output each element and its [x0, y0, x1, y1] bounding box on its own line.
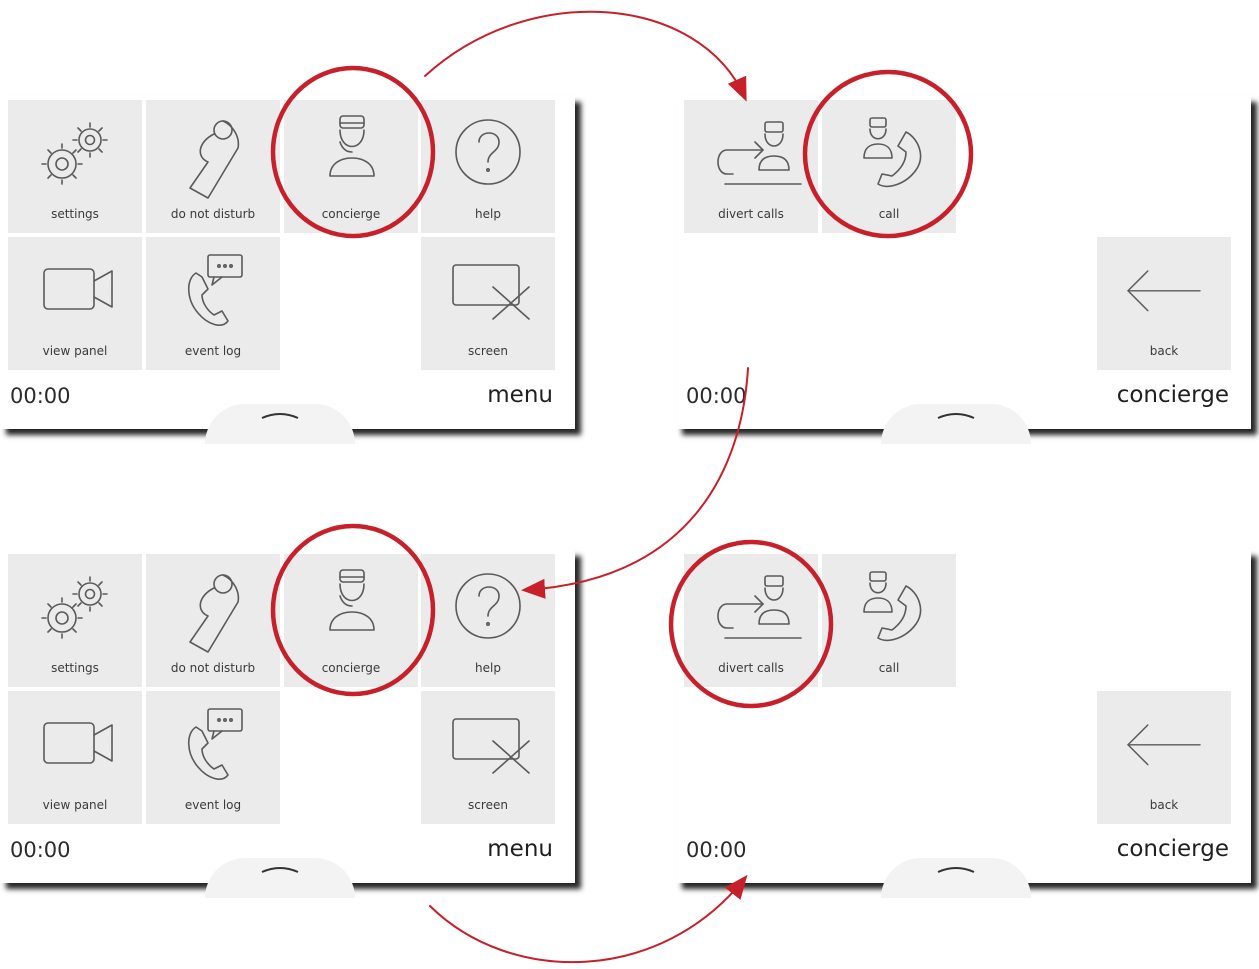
screen-tile[interactable]: screen: [421, 691, 555, 824]
call-concierge-icon: [863, 571, 922, 642]
call-tile[interactable]: call: [822, 554, 956, 687]
back-arrow-icon: [1127, 724, 1201, 766]
tile-label: view panel: [42, 798, 108, 812]
back-tile[interactable]: back: [1097, 237, 1231, 370]
event-log-tile[interactable]: event log: [146, 691, 280, 824]
clock: 00:00: [10, 384, 71, 408]
clock: 00:00: [686, 838, 747, 862]
phone-message-icon: [187, 254, 243, 326]
event-log-tile[interactable]: event log: [146, 237, 280, 370]
view-panel-tile[interactable]: view panel: [8, 237, 142, 370]
divert-calls-tile[interactable]: divert calls: [684, 100, 818, 233]
door-hanger-icon: [189, 120, 240, 199]
pull-up-handle[interactable]: [881, 404, 1031, 444]
tile-label: concierge: [321, 207, 381, 221]
chevron-up-icon: [261, 867, 299, 873]
pull-up-handle[interactable]: [205, 858, 355, 898]
tile-label: divert calls: [718, 661, 784, 675]
do-not-disturb-tile[interactable]: do not disturb: [146, 554, 280, 687]
chevron-up-icon: [937, 867, 975, 873]
back-tile[interactable]: back: [1097, 691, 1231, 824]
call-tile[interactable]: call: [822, 100, 956, 233]
flow-arrow-bottom: [429, 874, 748, 964]
tile-label: settings: [51, 661, 99, 675]
tile-label: do not disturb: [170, 207, 256, 221]
tile-label: event log: [184, 344, 242, 358]
pull-up-handle[interactable]: [881, 858, 1031, 898]
screen-tile[interactable]: screen: [421, 237, 555, 370]
menu-screen-1: settings do not disturb concierge help v…: [0, 96, 575, 444]
video-camera-icon: [43, 722, 113, 764]
tile-label: divert calls: [718, 207, 784, 221]
gears-icon: [41, 576, 108, 639]
concierge-icon: [329, 569, 375, 631]
back-arrow-icon: [1127, 270, 1201, 312]
screen-off-icon: [452, 264, 530, 320]
page-title: menu: [487, 382, 553, 408]
tile-label: do not disturb: [170, 661, 256, 675]
tile-label: screen: [468, 798, 508, 812]
divert-calls-tile[interactable]: divert calls: [684, 554, 818, 687]
chevron-up-icon: [937, 413, 975, 419]
video-camera-icon: [43, 268, 113, 310]
help-tile[interactable]: help: [421, 100, 555, 233]
tile-label: settings: [51, 207, 99, 221]
page-title: concierge: [1116, 382, 1229, 408]
question-icon: [455, 119, 521, 185]
do-not-disturb-tile[interactable]: do not disturb: [146, 100, 280, 233]
menu-screen-2: settings do not disturb concierge help v…: [0, 550, 575, 898]
phone-message-icon: [187, 708, 243, 780]
page-title: menu: [487, 836, 553, 862]
tile-label: back: [1149, 798, 1179, 812]
view-panel-tile[interactable]: view panel: [8, 691, 142, 824]
divert-calls-icon: [717, 575, 802, 639]
tile-label: help: [475, 661, 501, 675]
divert-calls-icon: [717, 121, 802, 185]
flow-arrow-top: [424, 10, 747, 102]
tile-label: event log: [184, 798, 242, 812]
settings-tile[interactable]: settings: [8, 100, 142, 233]
concierge-screen-2: divert calls call back 00:00 concierge: [676, 550, 1251, 898]
concierge-tile[interactable]: concierge: [284, 554, 418, 687]
concierge-screen-1: divert calls call back 00:00 concierge: [676, 96, 1251, 444]
gears-icon: [41, 122, 108, 185]
tile-label: call: [878, 207, 900, 221]
screen-off-icon: [452, 718, 530, 774]
chevron-up-icon: [261, 413, 299, 419]
page-title: concierge: [1116, 836, 1229, 862]
settings-tile[interactable]: settings: [8, 554, 142, 687]
tile-label: view panel: [42, 344, 108, 358]
pull-up-handle[interactable]: [205, 404, 355, 444]
tile-label: screen: [468, 344, 508, 358]
door-hanger-icon: [189, 574, 240, 653]
clock: 00:00: [686, 384, 747, 408]
question-icon: [455, 573, 521, 639]
tile-label: concierge: [321, 661, 381, 675]
tile-label: call: [878, 661, 900, 675]
help-tile[interactable]: help: [421, 554, 555, 687]
concierge-icon: [329, 115, 375, 177]
concierge-tile[interactable]: concierge: [284, 100, 418, 233]
tile-label: help: [475, 207, 501, 221]
clock: 00:00: [10, 838, 71, 862]
call-concierge-icon: [863, 117, 922, 188]
tile-label: back: [1149, 344, 1179, 358]
